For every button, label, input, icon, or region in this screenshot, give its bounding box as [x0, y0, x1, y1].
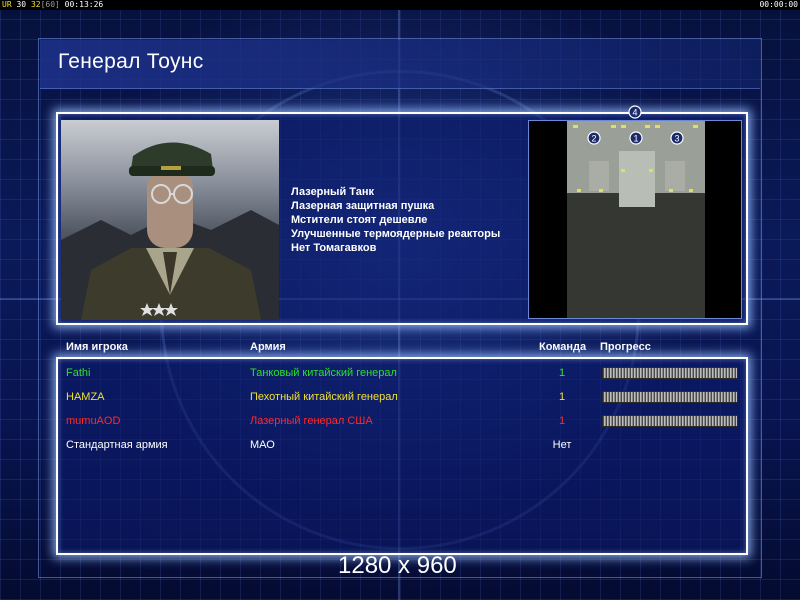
page-title: Генерал Тоунс	[58, 50, 204, 73]
minimap-slot-label: 2	[591, 134, 596, 144]
progress-bar	[602, 367, 738, 379]
player-name: Стандартная армия	[66, 439, 168, 451]
player-team: 1	[558, 367, 566, 379]
player-team: 1	[558, 391, 566, 403]
player-name: HAMZA	[66, 391, 105, 403]
minimap-start-slot[interactable]: 1	[629, 131, 643, 145]
header-progress: Прогресс	[600, 341, 651, 353]
player-army: Лазерный генерал США	[250, 415, 373, 427]
portrait-drawing	[61, 142, 279, 320]
general-features-list: Лазерный Танк Лазерная защитная пушка Мс…	[291, 185, 500, 255]
header-army: Армия	[250, 341, 286, 353]
player-team: Нет	[552, 439, 572, 451]
hud-timer-right: 00:00:00	[759, 0, 798, 9]
minimap-start-slot[interactable]: 3	[670, 131, 684, 145]
feature-item: Лазерный Танк	[291, 186, 374, 198]
hud-timer-left: 00:13:26	[64, 0, 104, 9]
player-army: Пехотный китайский генерал	[250, 391, 398, 403]
hud-value-2: 32	[30, 0, 41, 9]
minimap: 4 2 1 3	[528, 105, 742, 319]
hud-value-3: [60]	[40, 0, 60, 9]
header-team: Команда	[539, 341, 587, 353]
player-army: Танковый китайский генерал	[250, 367, 397, 379]
minimap-start-slot[interactable]: 4	[628, 105, 642, 119]
player-team: 1	[558, 415, 566, 427]
progress-bar	[602, 415, 738, 427]
minimap-slot-label: 3	[674, 134, 679, 144]
minimap-start-slot[interactable]: 2	[587, 131, 601, 145]
player-army: МАО	[250, 439, 275, 451]
feature-item: Нет Томагавков	[291, 242, 377, 254]
feature-item: Мстители стоят дешевле	[291, 214, 428, 226]
hud-label-ur: UR	[2, 0, 12, 9]
feature-item: Улучшенные термоядерные реакторы	[291, 228, 501, 240]
feature-item: Лазерная защитная пушка	[291, 200, 435, 212]
hud-topbar: UR 30 32[60] 00:13:26 00:00:00	[0, 0, 800, 10]
minimap-drawing: 4 2 1 3	[567, 105, 705, 318]
resolution-label: 1280 x 960	[338, 552, 457, 579]
players-panel	[56, 357, 748, 555]
player-name: Fathi	[66, 367, 91, 379]
minimap-slot-label: 4	[632, 108, 637, 118]
progress-bar	[602, 391, 738, 403]
hud-value-1: 30	[16, 0, 27, 9]
general-portrait	[61, 120, 279, 320]
minimap-slot-label: 1	[633, 134, 638, 144]
player-name: mumuAOD	[66, 415, 121, 427]
header-player: Имя игрока	[66, 341, 128, 353]
